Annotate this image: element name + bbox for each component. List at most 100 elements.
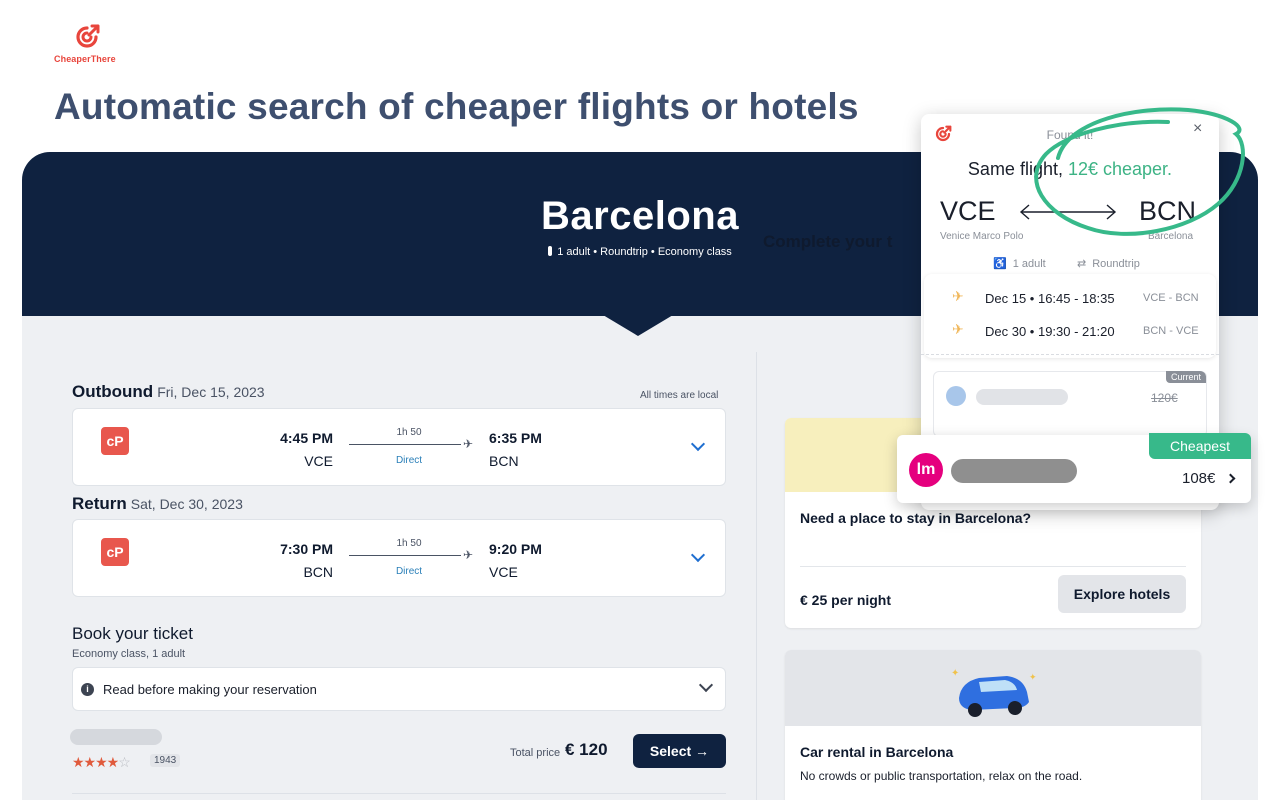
person-icon <box>548 246 553 256</box>
popup-headline: Same flight, 12€ cheaper. <box>921 159 1219 180</box>
divider <box>800 566 1186 567</box>
headline-saving: 12€ cheaper. <box>1067 159 1173 179</box>
departure-time: 7:30 PM <box>280 541 333 557</box>
return-flight-card[interactable]: cP 7:30 PM BCN 1h 50 ✈ Direct 9:20 PM VC… <box>72 519 726 597</box>
expand-chevron-icon[interactable] <box>690 436 706 452</box>
column-divider <box>756 352 757 800</box>
flight-duration: 1h 50 <box>396 427 422 438</box>
half-star-icon: ★ <box>106 754 120 770</box>
total-price-value: € 120 <box>565 740 608 759</box>
info-icon: i <box>81 683 94 696</box>
hotel-question: Need a place to stay in Barcelona? <box>800 510 1032 526</box>
trip-type: ⇄ Roundtrip <box>1077 257 1140 270</box>
book-title: Book your ticket <box>72 624 193 643</box>
empty-star-icon: ☆ <box>118 754 131 770</box>
outbound-flight-card[interactable]: cP 4:45 PM VCE 1h 50 ✈ Direct 6:35 PM BC… <box>72 408 726 486</box>
current-offer[interactable]: Current 120€ <box>933 371 1207 437</box>
car-icon: ✦ ✦ <box>951 668 1037 717</box>
expand-chevron-icon[interactable] <box>690 547 706 563</box>
return-label: Return <box>72 494 127 513</box>
departure-time: 4:45 PM <box>280 430 333 446</box>
select-button[interactable]: Select → <box>633 734 726 768</box>
stops-label: Direct <box>395 566 423 577</box>
reservation-info-text: Read before making your reservation <box>103 682 317 697</box>
car-rental-subtitle: No crowds or public transportation, rela… <box>800 769 1083 783</box>
divider <box>921 354 1219 355</box>
airline-logo: cP <box>101 427 129 455</box>
seat-icon: ♿ <box>993 258 1007 270</box>
book-subtitle: Economy class, 1 adult <box>72 648 186 660</box>
departure-code: BCN <box>303 564 333 580</box>
outbound-title: Outbound Fri, Dec 15, 2023 <box>72 382 265 402</box>
current-price: 120€ <box>1151 391 1178 405</box>
chevron-down-icon <box>698 677 714 693</box>
provider-name-placeholder <box>976 389 1068 405</box>
arrival-code: BCN <box>489 453 519 469</box>
trip-type-text: Roundtrip <box>1092 258 1140 270</box>
cheapest-price: 108€ <box>1182 470 1216 487</box>
headline: Automatic search of cheaper flights or h… <box>54 86 859 127</box>
swap-icon: ⇄ <box>1077 258 1087 270</box>
destination-code: BCN <box>1139 196 1197 226</box>
divider <box>72 793 726 794</box>
arrival-code: VCE <box>489 564 518 580</box>
origin-name: Venice Marco Polo <box>940 231 1024 242</box>
stops-label: Direct <box>395 455 423 466</box>
star-icon: ★★★ <box>72 754 108 770</box>
explore-hotels-button[interactable]: Explore hotels <box>1058 575 1186 613</box>
screenshot-root: CheaperThere Automatic search of cheaper… <box>0 0 1280 800</box>
cheaperthere-logo-icon <box>76 24 100 48</box>
svg-text:✦: ✦ <box>951 668 959 679</box>
review-count: 1943 <box>150 754 181 767</box>
origin-code: VCE <box>940 196 996 226</box>
times-local-note: All times are local <box>640 390 719 401</box>
return-date: Sat, Dec 30, 2023 <box>130 496 243 512</box>
return-title: Return Sat, Dec 30, 2023 <box>72 494 243 514</box>
leg-date: Dec 30 • 19:30 - 21:20 <box>985 324 1115 339</box>
route-line <box>349 555 461 556</box>
leg-route: BCN - VCE <box>1143 325 1199 337</box>
cheapest-badge: Cheapest <box>1149 433 1251 459</box>
close-icon[interactable]: × <box>1193 120 1202 138</box>
passenger-count: ♿ 1 adult <box>993 257 1046 270</box>
airline-logo: cP <box>101 538 129 566</box>
car-rental-card: ✦ ✦ Car rental in Barcelona No crowds or… <box>785 650 1201 800</box>
destination-name: Barcelona <box>1148 231 1194 242</box>
provider-logo: lm <box>909 453 943 487</box>
headline-prefix: Same flight, <box>967 159 1068 179</box>
provider-name-placeholder <box>951 459 1077 483</box>
provider-name-placeholder <box>70 729 162 745</box>
leg-route: VCE - BCN <box>1143 292 1199 304</box>
car-rental-title: Car rental in Barcelona <box>800 744 954 760</box>
departure-code: VCE <box>304 453 333 469</box>
arrival-time: 6:35 PM <box>489 430 542 446</box>
hero-notch <box>598 312 678 336</box>
brand-name: CheaperThere <box>54 54 116 64</box>
total-price-label: Total price <box>510 747 561 759</box>
route-line <box>349 444 461 445</box>
trip-meta-text: 1 adult • Roundtrip • Economy class <box>557 246 732 258</box>
rating-stars: ★★★★☆ <box>72 754 131 771</box>
outbound-date: Fri, Dec 15, 2023 <box>157 384 265 400</box>
reservation-info-dropdown[interactable]: i Read before making your reservation <box>72 667 726 711</box>
leg-date: Dec 15 • 16:45 - 18:35 <box>985 291 1115 306</box>
plane-icon: ✈ <box>463 437 474 451</box>
svg-text:✦: ✦ <box>1029 673 1037 683</box>
arrival-time: 9:20 PM <box>489 541 542 557</box>
flight-legs: ✈ Dec 15 • 16:45 - 18:35 VCE - BCN ✈ Dec… <box>924 274 1216 358</box>
complete-trip-title: Complete your t <box>763 232 893 251</box>
cheapest-offer[interactable]: Cheapest lm 108€ <box>897 433 1251 503</box>
roundtrip-arrow-icon <box>1019 204 1117 220</box>
plane-icon: ✈ <box>952 321 964 337</box>
current-badge: Current <box>1166 371 1207 383</box>
car-banner: ✦ ✦ <box>785 650 1201 726</box>
plane-icon: ✈ <box>463 548 474 562</box>
chevron-right-icon <box>1225 473 1236 484</box>
hotel-price: € 25 per night <box>800 592 892 608</box>
plane-icon: ✈ <box>952 288 964 304</box>
passenger-text: 1 adult <box>1012 258 1046 270</box>
brand-logo: CheaperThere <box>54 22 134 64</box>
flight-duration: 1h 50 <box>396 538 422 549</box>
found-it-label: Found it! <box>1046 128 1094 142</box>
outbound-label: Outbound <box>72 382 154 401</box>
